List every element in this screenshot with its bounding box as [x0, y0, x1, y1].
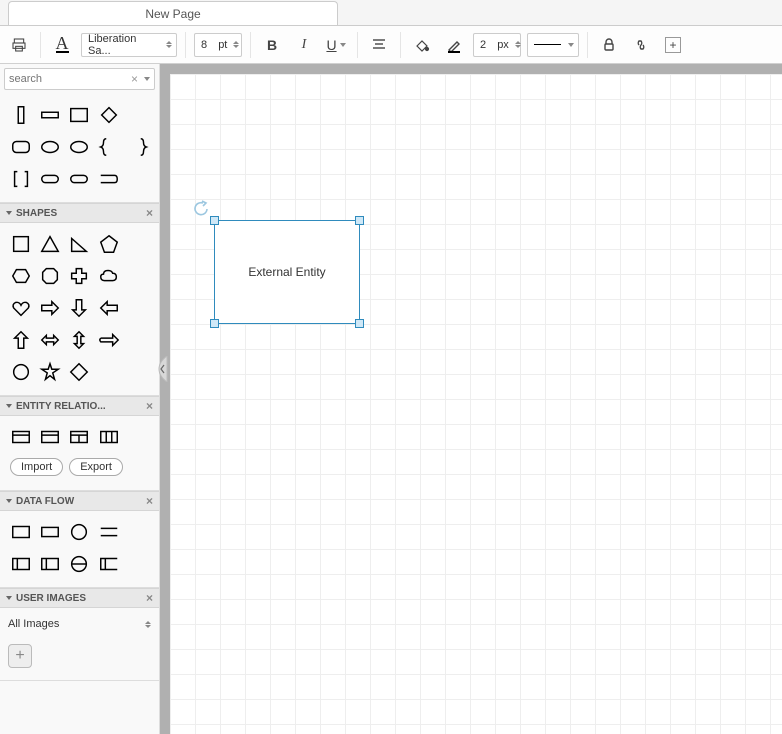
- shape-arrow-ud[interactable]: [67, 327, 92, 353]
- shape-triangle[interactable]: [37, 231, 62, 257]
- er-table3[interactable]: [67, 424, 92, 450]
- import-button[interactable]: Import: [10, 458, 63, 476]
- align-button[interactable]: [366, 32, 392, 58]
- shape-cloud[interactable]: [96, 263, 121, 289]
- shape-vrect[interactable]: [8, 102, 33, 128]
- add-image-button[interactable]: +: [8, 644, 32, 668]
- df-circle[interactable]: [67, 519, 92, 545]
- font-size-combo[interactable]: 8 pt: [194, 33, 242, 57]
- user-images-row[interactable]: All Images: [0, 608, 159, 640]
- shape-brace[interactable]: [96, 134, 121, 160]
- stroke-color-button[interactable]: [441, 32, 467, 58]
- sidebar: × SHAPES×: [0, 64, 160, 734]
- df-rect[interactable]: [8, 519, 33, 545]
- page-tab[interactable]: New Page: [8, 1, 338, 25]
- er-table2[interactable]: [37, 424, 62, 450]
- toolbar: A Liberation Sa... 8 pt B I U 2 px +: [0, 26, 782, 64]
- shape-octagon[interactable]: [37, 263, 62, 289]
- shape-cross[interactable]: [67, 263, 92, 289]
- shape-brace-r[interactable]: [126, 134, 151, 160]
- shape-roundrect[interactable]: [8, 134, 33, 160]
- shape-arrow-lr[interactable]: [37, 327, 62, 353]
- close-icon[interactable]: ×: [146, 591, 153, 605]
- clear-search-icon[interactable]: ×: [131, 72, 138, 86]
- close-icon[interactable]: ×: [146, 206, 153, 220]
- shape-hexagon[interactable]: [8, 263, 33, 289]
- shape-diamond-small[interactable]: [96, 102, 121, 128]
- shape-callout[interactable]: [96, 327, 121, 353]
- tab-bar: New Page: [0, 0, 782, 26]
- shape-ellipse2[interactable]: [67, 134, 92, 160]
- rotate-handle-icon[interactable]: [193, 199, 211, 217]
- shape-pill1[interactable]: [37, 166, 62, 192]
- df-rect2[interactable]: [37, 519, 62, 545]
- er-table1[interactable]: [8, 424, 33, 450]
- lock-icon[interactable]: [596, 32, 622, 58]
- export-button[interactable]: Export: [69, 458, 123, 476]
- shape-heart[interactable]: [8, 295, 33, 321]
- search-box[interactable]: ×: [4, 68, 155, 90]
- underline-button[interactable]: U: [323, 32, 349, 58]
- shape-pentagon[interactable]: [96, 231, 121, 257]
- df-lines[interactable]: [96, 519, 121, 545]
- fill-color-button[interactable]: [409, 32, 435, 58]
- shape-square[interactable]: [8, 231, 33, 257]
- shape-arrow-up[interactable]: [8, 327, 33, 353]
- df-split[interactable]: [8, 551, 33, 577]
- bold-button[interactable]: B: [259, 32, 285, 58]
- shape-ellipse[interactable]: [37, 134, 62, 160]
- resize-handle-sw[interactable]: [210, 319, 219, 328]
- resize-handle-nw[interactable]: [210, 216, 219, 225]
- shape-arrow-right[interactable]: [37, 295, 62, 321]
- tab-title: New Page: [145, 7, 200, 21]
- close-icon[interactable]: ×: [146, 494, 153, 508]
- search-input[interactable]: [9, 73, 131, 85]
- section-shapes-header[interactable]: SHAPES×: [0, 203, 159, 223]
- shape-rect[interactable]: [67, 102, 92, 128]
- print-icon[interactable]: [6, 32, 32, 58]
- close-icon[interactable]: ×: [146, 399, 153, 413]
- section-dataflow-header[interactable]: DATA FLOW×: [0, 491, 159, 511]
- selected-shape-external-entity[interactable]: External Entity: [214, 220, 360, 324]
- df-open[interactable]: [96, 551, 121, 577]
- link-icon[interactable]: [628, 32, 654, 58]
- shape-pill3[interactable]: [96, 166, 121, 192]
- collapse-sidebar-icon[interactable]: [158, 356, 168, 382]
- section-entity-header[interactable]: ENTITY RELATIO...×: [0, 396, 159, 416]
- shape-arrow-down[interactable]: [67, 295, 92, 321]
- font-color-button[interactable]: A: [49, 32, 75, 58]
- font-family-value: Liberation Sa...: [88, 33, 160, 57]
- resize-handle-se[interactable]: [355, 319, 364, 328]
- line-style-combo[interactable]: [527, 33, 579, 57]
- shape-diamond[interactable]: [67, 359, 92, 385]
- shape-star[interactable]: [37, 359, 62, 385]
- quick-shapes: [0, 94, 159, 203]
- resize-handle-ne[interactable]: [355, 216, 364, 225]
- stroke-width-combo[interactable]: 2 px: [473, 33, 521, 57]
- add-panel-button[interactable]: +: [660, 32, 686, 58]
- dataflow-palette: [0, 511, 159, 588]
- shape-hrect[interactable]: [37, 102, 62, 128]
- er-table4[interactable]: [96, 424, 121, 450]
- shape-rtriangle[interactable]: [67, 231, 92, 257]
- shape-circle[interactable]: [8, 359, 33, 385]
- shape-bracket[interactable]: [8, 166, 33, 192]
- canvas[interactable]: External Entity: [160, 64, 782, 734]
- shape-label: External Entity: [248, 265, 325, 279]
- df-split2[interactable]: [37, 551, 62, 577]
- italic-button[interactable]: I: [291, 32, 317, 58]
- section-userimg-header[interactable]: USER IMAGES×: [0, 588, 159, 608]
- font-family-combo[interactable]: Liberation Sa...: [81, 33, 177, 57]
- shape-pill2[interactable]: [67, 166, 92, 192]
- df-halfcircle[interactable]: [67, 551, 92, 577]
- shapes-palette: [0, 223, 159, 396]
- shape-arrow-left[interactable]: [96, 295, 121, 321]
- entity-palette: Import Export: [0, 416, 159, 491]
